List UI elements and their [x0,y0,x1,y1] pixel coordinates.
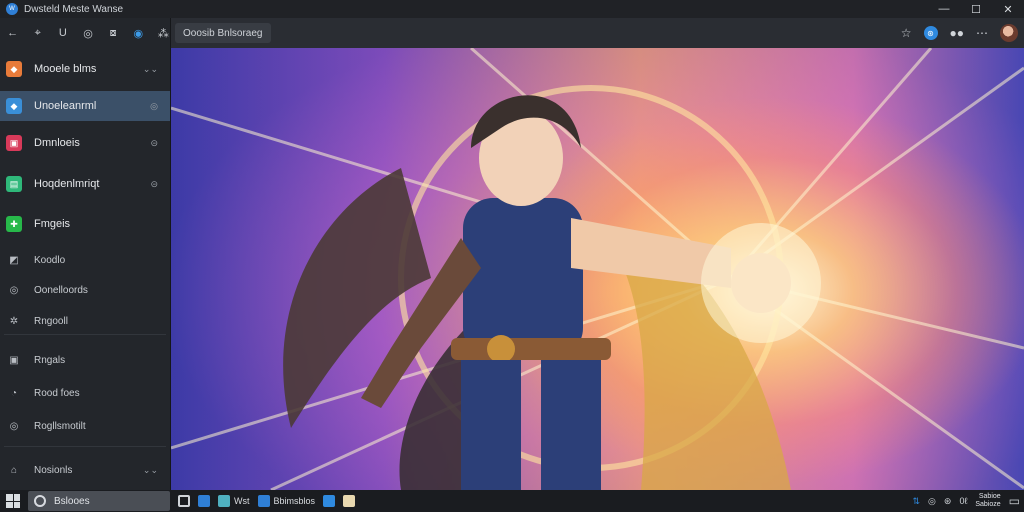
sidebar-divider [4,446,166,447]
leg-right [541,360,601,490]
cube-blue-icon: ◆ [6,98,22,114]
leg-left [461,360,521,490]
frame-icon[interactable]: ⧇ [107,27,120,40]
sidebar-item-label: Nosionls [34,464,73,476]
dots-icon[interactable]: ●● [950,26,965,40]
sidebar-item-bottom[interactable]: ⌂ Nosionls ⌄⌄ [0,455,170,485]
sidebar-item-small-0[interactable]: ◩ Koodlo [0,245,170,275]
circle-icon: ◎ [9,284,19,296]
app-icon: W [6,3,18,15]
window-titlebar: W Dwsteld Meste Wanse — ☐ ✕ [0,0,1024,18]
taskbar-app-label: Bbimsblos [273,496,316,506]
home-icon: ⌂ [10,464,18,476]
taskbar-app-0[interactable] [178,492,190,510]
energy-glow [701,223,821,343]
windows-start-icon[interactable] [6,494,20,508]
remove-icon: ⊝ [150,137,158,148]
sidebar-item-1[interactable]: ◆ Unoeleanrml ◎ [0,91,170,121]
address-pill[interactable]: Ooosib Bnlsoraeg [175,23,271,43]
sidebar-item-2[interactable]: ▣ Dmnloeis ⊝ [0,128,170,158]
sidebar-item-label: Rngals [34,354,66,366]
taskbar-app-5[interactable] [343,492,356,510]
sidebar-item-small-4[interactable]: ◔ Rood foes [0,378,170,408]
chevron-icon: ⌄⌄ [142,63,158,74]
taskbar-app-3[interactable]: Bbimsblos [257,492,316,510]
sidebar-item-4[interactable]: ✚ Fmgeis [0,209,170,239]
sidebar-divider [4,334,166,335]
sidebar-item-3[interactable]: ▤ Hoqdenlmriqt ⊝ [0,169,170,199]
clock-time: Sabioe [978,493,1001,500]
avatar[interactable] [1000,24,1018,42]
sidebar-item-small-2[interactable]: ✲ Rngooll [0,306,170,336]
hero-illustration [171,48,1024,490]
address-actions: ☆ ⊛ ●● ⋯ [901,18,1018,48]
cube-icon: ◆ [6,61,22,77]
sidebar-item-small-3[interactable]: ▣ Rngals [0,345,170,375]
system-tray: ⇅ ◎ ⊛ 0ℓ Sabioe Sabioze ▭ [912,490,1020,512]
more-icon[interactable]: ⋯ [976,26,988,40]
network-icon[interactable]: ⇅ [912,496,920,507]
chart-icon: ◩ [9,254,19,266]
window-controls: — ☐ ✕ [928,0,1024,18]
sidebar-item-small-1[interactable]: ◎ Oonelloords [0,275,170,305]
volume-icon[interactable]: 0ℓ [959,496,967,506]
sparkle-icon[interactable]: ⁂ [157,27,170,40]
active-circle-icon[interactable]: ◉ [132,27,145,40]
search-icon [34,495,46,507]
sidebar-item-small-5[interactable]: ◎ Rogllsmotilt [0,411,170,441]
taskbar-app-label: Wst [234,496,250,506]
target-icon: ◎ [9,420,19,432]
hero-artwork [171,48,1024,490]
sidebar-item-label: Rngooll [34,315,68,327]
clock[interactable]: Sabioe Sabioze [975,493,1000,509]
circle-icon[interactable]: ◎ [81,27,94,40]
remove-icon: ⊝ [150,178,158,189]
sidebar-item-label: Dmnloeis [34,137,80,149]
gear-icon: ✲ [9,315,19,327]
image-icon: ▣ [6,135,22,151]
sidebar-item-label: Oonelloords [34,284,88,296]
document-icon: ▤ [6,176,22,192]
window-title: Dwsteld Meste Wanse [24,3,124,15]
taskbar-apps: Wst Bbimsblos [178,490,356,512]
eye-icon: ◎ [150,100,158,111]
sidebar-item-label: Fmgeis [34,218,71,230]
settings-icon[interactable]: ◎ [928,496,936,507]
sidebar-item-label: Unoeleanrml [34,100,97,112]
taskbar-app-4[interactable] [323,492,336,510]
hair-flow [283,168,431,428]
chevron-icon: ⌄⌄ [142,464,158,475]
taskbar-app-1[interactable] [198,492,210,510]
grid-icon: ▣ [9,354,19,366]
minimize-button[interactable]: — [928,0,960,18]
plus-icon: ✚ [6,216,22,232]
maximize-button[interactable]: ☐ [960,0,992,18]
torso [463,198,583,358]
sidebar-item-label: Mooele blms [34,63,97,75]
notification-icon[interactable]: ▭ [1009,494,1020,508]
sidebar-item-label: Hoqdenlmriqt [34,178,100,190]
belt [451,338,611,360]
sidebar-item-label: Rood foes [34,387,80,399]
clock-date: Sabioze [975,501,1001,508]
sidebar: ← ⌖ U ◎ ⧇ ◉ ⁂ ◆ Mooele blms ⌄⌄ ◆ Unoelea… [0,18,171,490]
belt-buckle [487,335,515,363]
u-icon[interactable]: U [56,27,69,39]
address-bar: Ooosib Bnlsoraeg ☆ ⊛ ●● ⋯ [171,18,1024,48]
taskbar: Bslooes Wst Bbimsblos ⇅ ◎ ⊛ 0ℓ Sabioe Sa… [0,490,1024,512]
sidebar-toolbar: ← ⌖ U ◎ ⧇ ◉ ⁂ [0,18,170,48]
clock-icon: ◔ [10,387,18,399]
close-button[interactable]: ✕ [992,0,1024,18]
pin-icon[interactable]: ⌖ [31,27,44,40]
taskbar-app-2[interactable]: Wst [218,492,250,510]
extension-icon[interactable]: ⊛ [923,26,938,40]
back-icon[interactable]: ← [6,27,19,39]
taskbar-search-text: Bslooes [54,495,90,507]
sidebar-item-label: Koodlo [34,254,66,266]
star-icon[interactable]: ☆ [901,26,912,40]
taskbar-search[interactable]: Bslooes [28,491,170,511]
sidebar-item-0[interactable]: ◆ Mooele blms ⌄⌄ [0,54,170,84]
wifi-icon[interactable]: ⊛ [944,496,952,507]
sidebar-item-label: Rogllsmotilt [34,420,86,432]
